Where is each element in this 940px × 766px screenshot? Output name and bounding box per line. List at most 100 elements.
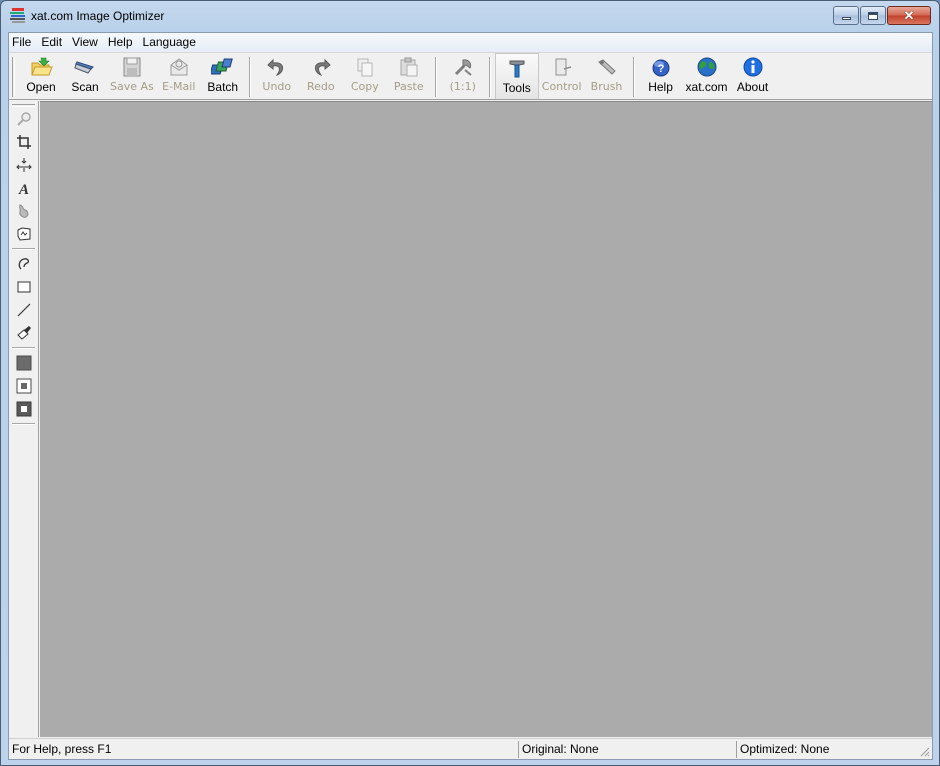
redo-button[interactable]: Redo	[299, 53, 343, 99]
client-area: File Edit View Help Language Open Scan S…	[8, 32, 933, 760]
effects-tool-button[interactable]	[13, 200, 35, 222]
actual-size-label: (1:1)	[449, 80, 476, 93]
menu-edit[interactable]: Edit	[36, 33, 67, 52]
help-icon: ?	[652, 59, 670, 77]
line-icon	[17, 303, 31, 317]
tools-label: Tools	[502, 81, 531, 95]
zoom-tool-button[interactable]	[13, 108, 35, 130]
about-label: About	[736, 80, 769, 94]
minimize-button[interactable]	[833, 6, 859, 25]
scanner-icon	[74, 61, 94, 74]
pattern-dark-button[interactable]	[13, 398, 35, 420]
undo-icon	[267, 58, 283, 77]
copy-icon	[357, 58, 373, 77]
batch-icon	[210, 58, 233, 75]
open-label: Open	[26, 80, 56, 94]
menu-help[interactable]: Help	[103, 33, 138, 52]
magnifier-icon	[17, 112, 31, 126]
pattern-light-button[interactable]	[13, 375, 35, 397]
scan-label: Scan	[71, 80, 99, 94]
globe-icon	[697, 57, 717, 77]
menu-language[interactable]: Language	[138, 33, 201, 52]
paint-bucket-icon	[17, 326, 31, 340]
line-tool-button[interactable]	[13, 299, 35, 321]
email-label: E-Mail	[162, 80, 196, 93]
save-as-button[interactable]: Save As	[107, 53, 157, 99]
close-button[interactable]: ✕	[887, 6, 931, 25]
undo-button[interactable]: Undo	[255, 53, 299, 99]
brush-button[interactable]: Brush	[585, 53, 629, 99]
scan-button[interactable]: Scan	[63, 53, 107, 99]
paste-icon	[400, 57, 418, 77]
stamp-tool-button[interactable]	[13, 223, 35, 245]
toolbar-separator	[248, 57, 251, 97]
lasso-tool-button[interactable]	[13, 253, 35, 275]
side-toolbar-grip[interactable]	[12, 104, 35, 107]
rectangle-tool-button[interactable]	[13, 276, 35, 298]
minimize-icon	[841, 17, 851, 20]
menu-file[interactable]: File	[9, 33, 36, 52]
xat-optimizer-app-icon	[10, 8, 25, 23]
brush-label: Brush	[590, 80, 623, 93]
toolbar-separator	[488, 57, 491, 97]
open-button[interactable]: Open	[19, 53, 63, 99]
side-toolbar-separator	[12, 248, 35, 250]
app-window: xat.com Image Optimizer ✕ File Edit View…	[0, 0, 940, 766]
redo-icon	[314, 58, 331, 77]
tools-button[interactable]: Tools	[494, 53, 539, 99]
status-original-size: Original: None	[518, 741, 736, 758]
crop-tool-button[interactable]	[13, 131, 35, 153]
main-toolbar: Open Scan Save As E-Mail Batch Undo Redo…	[9, 52, 932, 100]
actual-size-icon	[454, 59, 472, 76]
xat-com-button[interactable]: xat.com	[683, 53, 731, 99]
text-icon: A	[18, 182, 29, 196]
svg-text:A: A	[18, 182, 29, 196]
maximize-button[interactable]	[860, 6, 886, 25]
svg-text:?: ?	[657, 63, 664, 75]
redo-label: Redo	[306, 80, 335, 93]
solid-color-icon	[16, 355, 32, 371]
paste-button[interactable]: Paste	[387, 53, 431, 99]
maximize-icon	[868, 11, 878, 20]
status-optimized-size: Optimized: None	[736, 741, 906, 758]
xat-com-label: xat.com	[685, 80, 728, 94]
floppy-disk-icon	[123, 57, 141, 77]
fill-tool-button[interactable]	[13, 322, 35, 344]
undo-label: Undo	[262, 80, 292, 93]
email-icon	[170, 58, 188, 76]
title-bar[interactable]: xat.com Image Optimizer ✕	[1, 1, 939, 31]
text-tool-button[interactable]: A	[13, 177, 35, 199]
toolbar-grip[interactable]	[12, 57, 15, 97]
resize-icon	[16, 158, 32, 172]
side-toolbar-separator	[12, 423, 35, 425]
copy-button[interactable]: Copy	[343, 53, 387, 99]
batch-button[interactable]: Batch	[201, 53, 245, 99]
copy-label: Copy	[350, 80, 379, 93]
status-bar: For Help, press F1 Original: None Optimi…	[9, 738, 932, 759]
menu-bar: File Edit View Help Language	[9, 33, 932, 52]
save-as-label: Save As	[110, 80, 154, 93]
lasso-icon	[18, 258, 30, 270]
stamp-icon	[17, 227, 31, 241]
effects-icon	[19, 204, 29, 218]
hammer-icon	[509, 60, 525, 78]
pattern-dark-icon	[16, 401, 32, 417]
actual-size-button[interactable]: (1:1)	[441, 53, 485, 99]
menu-view[interactable]: View	[67, 33, 103, 52]
pattern-light-icon	[16, 378, 32, 394]
email-button[interactable]: E-Mail	[157, 53, 201, 99]
help-button[interactable]: ? Help	[639, 53, 683, 99]
brush-icon	[597, 59, 616, 75]
crop-icon	[17, 135, 31, 149]
resize-tool-button[interactable]	[13, 154, 35, 176]
rectangle-icon	[17, 281, 31, 293]
resize-grip-icon[interactable]	[918, 745, 930, 757]
image-canvas[interactable]	[40, 101, 932, 737]
solid-color-button[interactable]	[13, 352, 35, 374]
control-button[interactable]: Control	[539, 53, 585, 99]
info-icon	[743, 57, 763, 77]
status-help-text: For Help, press F1	[12, 742, 112, 756]
folder-open-icon	[31, 57, 53, 76]
about-button[interactable]: About	[731, 53, 775, 99]
control-icon	[555, 58, 571, 76]
